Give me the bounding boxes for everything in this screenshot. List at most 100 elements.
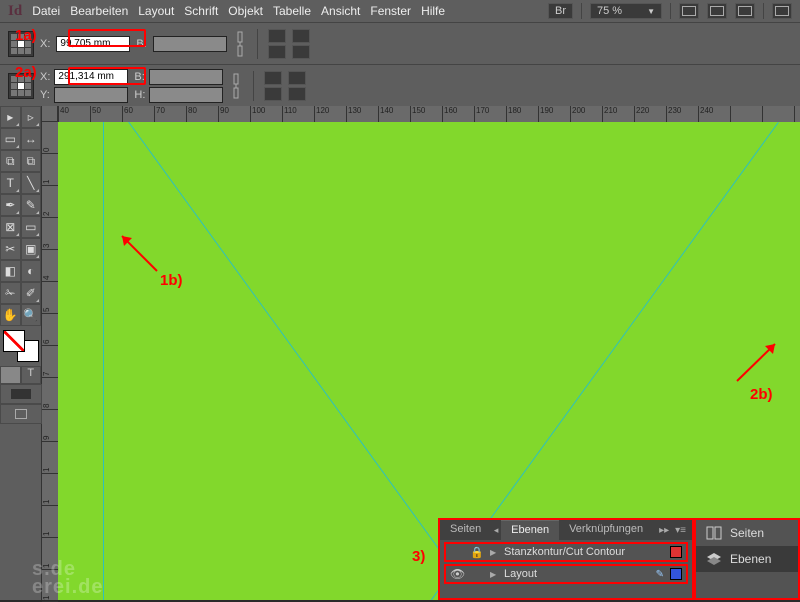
arrange-icon[interactable] [735, 3, 755, 19]
separator [257, 29, 258, 59]
reference-point-icon[interactable] [8, 31, 34, 57]
separator [253, 71, 254, 101]
view-mode-icon[interactable] [679, 3, 699, 19]
separator [670, 3, 671, 19]
flip-icon[interactable] [288, 71, 306, 85]
zoom-dropdown[interactable]: 75 % ▼ [590, 3, 662, 19]
dock-item-ebenen[interactable]: Ebenen [696, 546, 798, 572]
flip-icon[interactable] [292, 45, 310, 59]
gap-tool-icon[interactable]: ↔ [21, 128, 42, 150]
separator [763, 3, 764, 19]
b-label: B: [136, 38, 146, 50]
layer-name: Stanzkontur/Cut Contour [504, 546, 664, 558]
dock-item-seiten[interactable]: Seiten [696, 520, 798, 546]
menu-datei[interactable]: Datei [32, 4, 60, 18]
ruler-origin[interactable] [42, 106, 58, 122]
zoom-value: 75 % [597, 5, 622, 17]
layers-panel: Seiten ◂ Ebenen Verknüpfungen ▸▸ ▾≡ 🔒 ▶ … [438, 518, 694, 600]
menu-hilfe[interactable]: Hilfe [421, 4, 445, 18]
disclosure-icon[interactable]: ▶ [490, 570, 498, 579]
toolbox: ▸ ▹ ▭ ↔ ⧉ ⧉ T ╲ ✒ ✎ ⊠ ▭ ✂ ▣ ◧ ◐ [0, 106, 42, 600]
hand-tool-icon[interactable]: ✋ [0, 304, 21, 326]
y-input-2[interactable] [54, 87, 128, 103]
rectangle-frame-tool-icon[interactable]: ⊠ [0, 216, 21, 238]
layer-row-stanzkontur[interactable]: 🔒 ▶ Stanzkontur/Cut Contour [444, 542, 688, 562]
flip-icon[interactable] [288, 87, 306, 101]
h-label: H: [134, 89, 145, 101]
eyedropper-tool-icon[interactable]: ✐ [21, 282, 42, 304]
h-input-2[interactable] [149, 87, 223, 103]
flip-icon[interactable] [292, 29, 310, 43]
pen-tool-icon[interactable]: ✒ [0, 194, 21, 216]
guide-line[interactable] [103, 122, 104, 600]
x-input-2[interactable]: 291,314 mm [54, 69, 128, 85]
selection-tool-icon[interactable]: ▸ [0, 106, 21, 128]
zoom-tool-icon[interactable]: 🔍 [21, 304, 42, 326]
tab-seiten[interactable]: Seiten [440, 520, 491, 540]
tab-expander-icon[interactable]: ◂ [491, 520, 501, 540]
menu-schrift[interactable]: Schrift [184, 4, 218, 18]
pen-target-icon[interactable]: ✎ [656, 569, 664, 580]
transform-icon[interactable] [268, 45, 286, 59]
separator [581, 3, 582, 19]
rectangle-tool-icon[interactable]: ▭ [21, 216, 42, 238]
note-tool-icon[interactable]: ✁ [0, 282, 21, 304]
transform-icon[interactable] [264, 71, 282, 85]
layer-color-swatch [670, 546, 682, 558]
transform-icon[interactable] [268, 29, 286, 43]
lock-icon[interactable]: 🔒 [470, 546, 484, 559]
visibility-icon[interactable]: 👁 [450, 567, 464, 581]
y-label: Y: [40, 89, 50, 101]
gradient-tool-icon[interactable]: ◧ [0, 260, 21, 282]
panel-collapse-icon[interactable]: ▸▸ [659, 525, 669, 536]
menu-layout[interactable]: Layout [138, 4, 174, 18]
pencil-tool-icon[interactable]: ✎ [21, 194, 42, 216]
menu-ansicht[interactable]: Ansicht [321, 4, 360, 18]
screen-mode-icon[interactable] [707, 3, 727, 19]
disclosure-icon[interactable]: ▶ [490, 548, 498, 557]
menu-fenster[interactable]: Fenster [370, 4, 411, 18]
bridge-button[interactable]: Br [548, 3, 573, 19]
transform-icon[interactable] [264, 87, 282, 101]
content-collector-icon[interactable]: ⧉ [0, 150, 21, 172]
layer-row-layout[interactable]: 👁 ▶ Layout ✎ [444, 564, 688, 584]
collapsed-panel-group: Seiten Ebenen [694, 518, 800, 600]
gradient-feather-tool-icon[interactable]: ◐ [21, 260, 42, 282]
menu-tabelle[interactable]: Tabelle [273, 4, 311, 18]
tab-verknuepfungen[interactable]: Verknüpfungen [559, 520, 653, 540]
view-mode-toggle-icon[interactable] [0, 404, 42, 424]
panels-dock: 3) Seiten ◂ Ebenen Verknüpfungen ▸▸ ▾≡ 🔒… [438, 518, 800, 600]
tab-ebenen[interactable]: Ebenen [501, 520, 559, 540]
menu-bearbeiten[interactable]: Bearbeiten [70, 4, 128, 18]
reference-point-icon[interactable] [8, 73, 34, 99]
fill-stroke-swatch[interactable] [3, 330, 39, 362]
type-tool-icon[interactable]: T [0, 172, 21, 194]
layer-color-swatch [670, 568, 682, 580]
b-input-1[interactable] [153, 36, 227, 52]
control-bar-1: X: 99,705 mm B: [0, 22, 800, 64]
b-input-2[interactable] [149, 69, 223, 85]
x-label: X: [40, 38, 50, 50]
transform-tool-icon[interactable]: ▣ [21, 238, 42, 260]
scissors-tool-icon[interactable]: ✂ [0, 238, 21, 260]
control-bar-2: X: 291,314 mm Y: B: H: [0, 64, 800, 106]
link-icon[interactable] [229, 72, 243, 100]
ruler-horizontal[interactable]: 4050607080901001101201301401501601701801… [58, 106, 800, 122]
workspace-switcher-icon[interactable] [772, 3, 792, 19]
app-logo: Id [8, 3, 22, 20]
menu-objekt[interactable]: Objekt [228, 4, 263, 18]
panel-menu-icon[interactable]: ▾≡ [675, 525, 686, 536]
content-placer-icon[interactable]: ⧉ [21, 150, 42, 172]
b-label: B: [134, 71, 144, 83]
link-icon[interactable] [233, 30, 247, 58]
page-tool-icon[interactable]: ▭ [0, 128, 21, 150]
apply-color-icon[interactable] [0, 384, 42, 404]
menubar: Id Datei Bearbeiten Layout Schrift Objek… [0, 0, 800, 22]
pages-icon [706, 526, 722, 540]
direct-selection-tool-icon[interactable]: ▹ [21, 106, 42, 128]
line-tool-icon[interactable]: ╲ [21, 172, 42, 194]
x-input-1[interactable]: 99,705 mm [56, 36, 130, 52]
ruler-vertical[interactable]: 012345678911111 [42, 122, 58, 600]
container-text-toggle[interactable]: T [0, 366, 41, 384]
chevron-down-icon: ▼ [647, 7, 655, 16]
